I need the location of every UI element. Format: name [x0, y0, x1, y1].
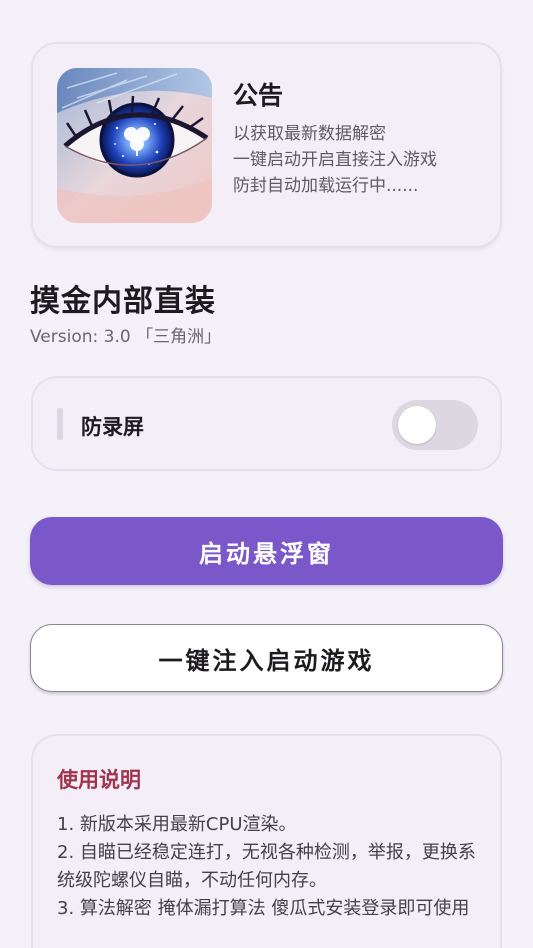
notice-text: 以获取最新数据解密 一键启动开启直接注入游戏 防封自动加载运行中...... [233, 121, 437, 199]
switch-knob [398, 406, 436, 444]
anti-record-setting: 防录屏 [31, 376, 502, 471]
instruction-item: 2. 自瞄已经稳定连打，无视各种检测，举报，更换系统级陀螺仪自瞄，不动任何内存。 [57, 842, 476, 891]
notice-line: 以获取最新数据解密 [233, 124, 386, 144]
app-screen: 公告 以获取最新数据解密 一键启动开启直接注入游戏 防封自动加载运行中.....… [0, 0, 533, 948]
notice-card: 公告 以获取最新数据解密 一键启动开启直接注入游戏 防封自动加载运行中.....… [31, 42, 502, 248]
instructions-card: 使用说明 1. 新版本采用最新CPU渲染。 2. 自瞄已经稳定连打，无视各种检测… [31, 734, 502, 948]
instruction-item: 1. 新版本采用最新CPU渲染。 [57, 814, 297, 835]
notice-line: 防封自动加载运行中...... [233, 176, 419, 196]
app-title: 摸金内部直装 [30, 284, 216, 319]
notice-title: 公告 [233, 81, 284, 110]
start-float-window-button[interactable]: 启动悬浮窗 [30, 517, 503, 585]
app-version: Version: 3.0 「三角洲」 [30, 327, 222, 347]
anti-record-switch[interactable] [392, 400, 478, 450]
accent-bar [57, 408, 63, 440]
instructions-list: 1. 新版本采用最新CPU渲染。 2. 自瞄已经稳定连打，无视各种检测，举报，更… [57, 811, 477, 923]
eye-with-clover-icon [57, 68, 212, 223]
instructions-title: 使用说明 [57, 768, 141, 792]
instruction-item: 3. 算法解密 掩体漏打算法 傻瓜式安装登录即可使用 [57, 898, 470, 919]
notice-line: 一键启动开启直接注入游戏 [233, 150, 437, 170]
anti-record-label: 防录屏 [81, 415, 144, 439]
inject-launch-game-button[interactable]: 一键注入启动游戏 [30, 624, 503, 692]
